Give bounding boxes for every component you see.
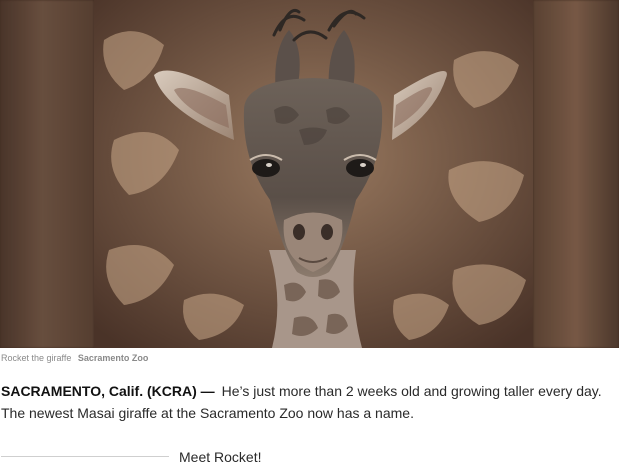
article-dateline: SACRAMENTO, Calif. (KCRA) — bbox=[1, 383, 215, 399]
giraffe-photo bbox=[94, 0, 533, 348]
caption-text: Rocket the giraffe bbox=[1, 353, 72, 363]
photo-blur-left bbox=[0, 0, 94, 348]
section-subheading: Meet Rocket! bbox=[179, 449, 262, 465]
article-photo[interactable] bbox=[0, 0, 619, 348]
article-lead-paragraph: SACRAMENTO, Calif. (KCRA) — He’s just mor… bbox=[1, 380, 613, 424]
giraffe-illustration bbox=[94, 0, 533, 348]
photo-credit: Sacramento Zoo bbox=[77, 353, 149, 363]
photo-caption: Rocket the giraffe Sacramento Zoo bbox=[1, 352, 148, 364]
photo-blur-right bbox=[533, 0, 619, 348]
section-divider bbox=[1, 456, 169, 457]
